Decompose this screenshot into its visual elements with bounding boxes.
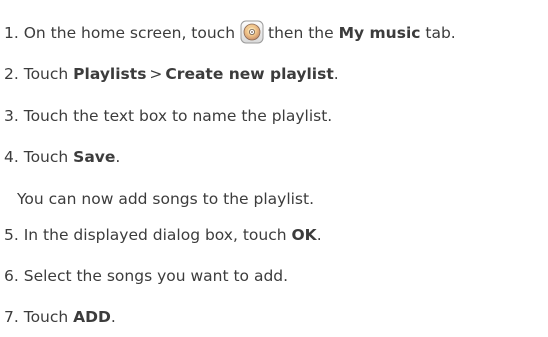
step-number: 7. — [4, 308, 19, 326]
step-text: Touch — [23, 308, 69, 326]
step-6: 6. Select the songs you want to add. — [4, 266, 288, 286]
step-1: 1. On the home screen, touch then the My… — [4, 20, 456, 44]
step-end: . — [110, 308, 116, 326]
step-text: tab. — [425, 24, 456, 42]
step-4-note: You can now add songs to the playlist. — [17, 190, 315, 208]
add-label: ADD — [73, 308, 111, 326]
step-text: Touch — [23, 148, 69, 166]
step-number: 3. — [4, 107, 19, 125]
step-end: . — [316, 226, 322, 244]
step-number: 2. — [4, 65, 19, 83]
step-text: Touch the text box to name the playlist. — [23, 107, 333, 125]
step-2: 2. Touch Playlists > Create new playlist. — [4, 64, 339, 84]
step-5: 5. In the displayed dialog box, touch OK… — [4, 225, 322, 245]
step-end: . — [333, 65, 339, 83]
step-number: 1. — [4, 24, 19, 42]
step-4: 4. Touch Save. — [4, 147, 120, 167]
ok-label: OK — [291, 226, 317, 244]
step-number: 6. — [4, 267, 19, 285]
step-7: 7. Touch ADD. — [4, 307, 116, 327]
music-player-disc-icon — [240, 20, 264, 44]
step-end: . — [115, 148, 121, 166]
path-separator: > — [149, 65, 163, 83]
step-number: 4. — [4, 148, 19, 166]
my-music-tab-label: My music — [338, 24, 421, 42]
step-text: Touch — [23, 65, 69, 83]
save-label: Save — [73, 148, 116, 166]
step-text: On the home screen, touch — [23, 24, 236, 42]
playlists-label: Playlists — [73, 65, 147, 83]
step-text: then the — [268, 24, 334, 42]
step-text: Select the songs you want to add. — [23, 267, 289, 285]
step-number: 5. — [4, 226, 19, 244]
step-text: In the displayed dialog box, touch — [23, 226, 287, 244]
create-new-playlist-label: Create new playlist — [165, 65, 334, 83]
step-3: 3. Touch the text box to name the playli… — [4, 106, 332, 126]
